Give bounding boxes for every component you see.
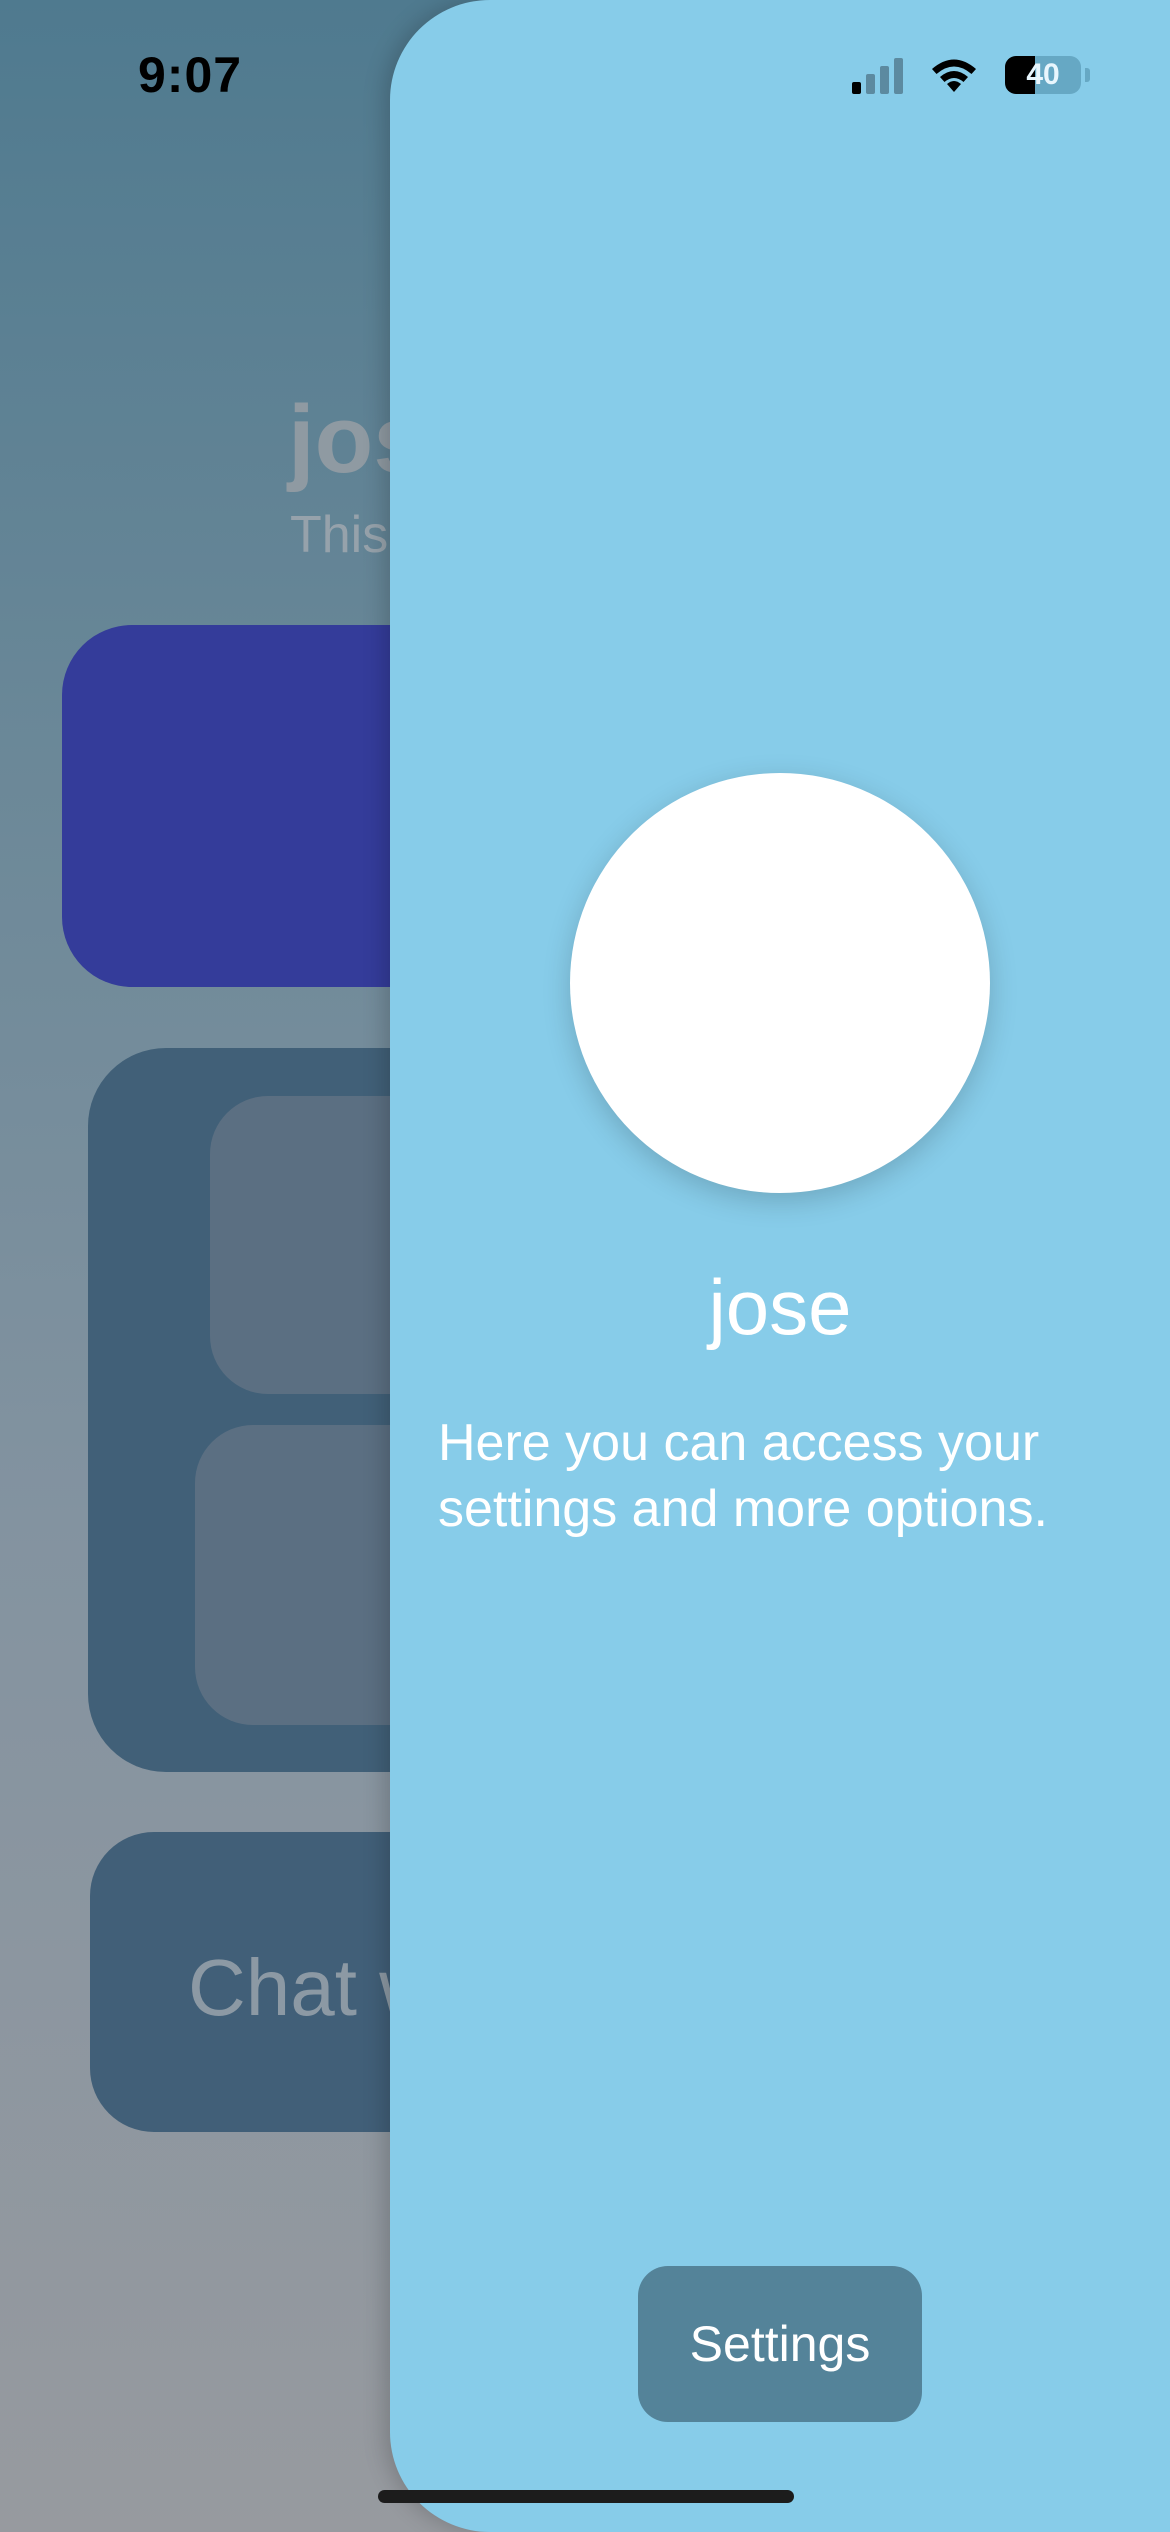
wifi-icon [932,59,976,92]
status-icons: 40 [852,56,1090,94]
battery-nub [1085,68,1090,82]
status-time: 9:07 [138,47,243,103]
cellular-signal-icon [852,56,903,94]
battery-icon: 40 [1005,56,1081,94]
settings-button[interactable]: Settings [638,2266,922,2422]
battery-percent: 40 [1026,58,1060,91]
home-indicator[interactable] [378,2490,794,2503]
profile-username: jose [708,1263,852,1351]
background-subtitle: This [290,506,389,564]
avatar [570,773,990,1193]
profile-description: Here you can access your settings and mo… [438,1414,1048,1538]
